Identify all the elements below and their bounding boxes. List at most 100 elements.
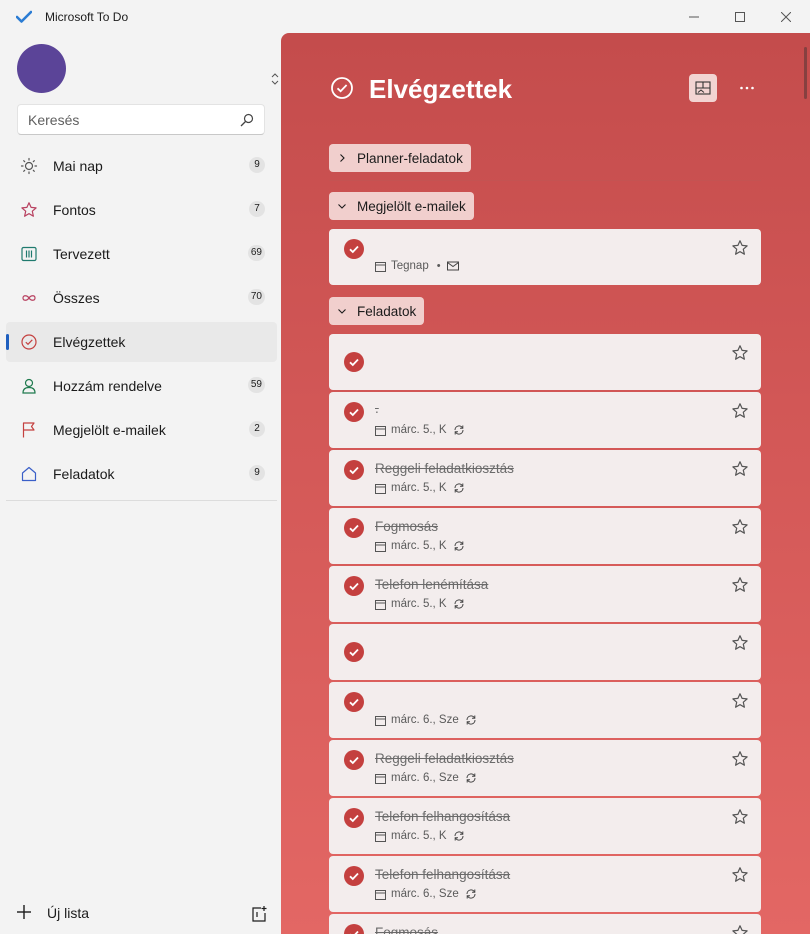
- task-item[interactable]: Fogmosás: [329, 914, 761, 934]
- sun-icon: [20, 157, 38, 175]
- task-title: Fogmosás: [375, 519, 439, 534]
- group-label: Megjelölt e-mailek: [357, 198, 466, 214]
- maximize-icon: [735, 12, 745, 22]
- completed-check-icon[interactable]: [344, 750, 364, 770]
- completed-check-icon[interactable]: [344, 518, 364, 538]
- star-icon[interactable]: [731, 634, 749, 652]
- repeat-icon: [454, 599, 464, 609]
- sidebar-item-label: Megjelölt e-mailek: [53, 422, 166, 438]
- task-item[interactable]: Fogmosás márc. 5., K: [329, 508, 761, 564]
- more-options-button[interactable]: [733, 74, 761, 102]
- task-date: márc. 5., K: [391, 598, 447, 610]
- task-date: márc. 6., Sze: [391, 714, 459, 726]
- sidebar-item-all[interactable]: Összes 70: [6, 278, 277, 318]
- star-icon[interactable]: [731, 692, 749, 710]
- task-title: Telefon felhangosítása: [375, 867, 511, 882]
- task-item[interactable]: Tegnap •: [329, 229, 761, 285]
- sidebar-item-label: Mai nap: [53, 158, 103, 174]
- task-item[interactable]: Reggeli feladatkiosztás márc. 5., K: [329, 450, 761, 506]
- task-date: márc. 6., Sze: [391, 888, 459, 900]
- avatar[interactable]: [17, 44, 66, 93]
- sidebar-item-label: Összes: [53, 290, 100, 306]
- star-icon[interactable]: [731, 344, 749, 362]
- main-panel: Elvégzettek Planner-feladatok Megjelölt …: [281, 33, 810, 934]
- task-item[interactable]: Reggeli feladatkiosztás márc. 6., Sze: [329, 740, 761, 796]
- sidebar-item-flagged-email[interactable]: Megjelölt e-mailek 2: [6, 410, 277, 450]
- task-meta: márc. 5., K: [375, 540, 465, 552]
- account-switch-icon[interactable]: [270, 72, 280, 86]
- search-icon[interactable]: [240, 113, 254, 127]
- task-item[interactable]: márc. 6., Sze: [329, 682, 761, 738]
- minimize-button[interactable]: [672, 0, 716, 34]
- group-header-planner[interactable]: Planner-feladatok: [329, 144, 471, 172]
- completed-check-icon[interactable]: [344, 642, 364, 662]
- infinity-icon: [22, 295, 36, 301]
- group-header-tasks[interactable]: Feladatok: [329, 297, 425, 325]
- task-title: .: [375, 401, 379, 416]
- task-item[interactable]: Telefon lenémítása márc. 5., K: [329, 566, 761, 622]
- task-date: márc. 6., Sze: [391, 772, 459, 784]
- star-icon[interactable]: [731, 402, 749, 420]
- chevron-down-icon: [338, 309, 346, 314]
- task-meta: márc. 6., Sze: [375, 888, 477, 900]
- app-title: Microsoft To Do: [45, 10, 129, 24]
- task-date: márc. 5., K: [391, 540, 447, 552]
- calendar-icon: [375, 541, 386, 552]
- star-icon[interactable]: [731, 808, 749, 826]
- sidebar-item-count: 69: [247, 245, 265, 261]
- completed-check-icon[interactable]: [344, 460, 364, 480]
- star-icon[interactable]: [731, 924, 749, 934]
- group-header-flagged[interactable]: Megjelölt e-mailek: [329, 192, 474, 220]
- task-item[interactable]: [329, 624, 761, 680]
- star-icon[interactable]: [731, 460, 749, 478]
- new-list-button[interactable]: Új lista: [16, 904, 216, 924]
- task-date: márc. 5., K: [391, 482, 447, 494]
- task-item[interactable]: [329, 334, 761, 390]
- repeat-icon: [466, 773, 476, 783]
- more-icon: [740, 86, 754, 90]
- repeat-icon: [454, 541, 464, 551]
- sidebar-item-assigned-to-me[interactable]: Hozzám rendelve 59: [6, 366, 277, 406]
- star-icon[interactable]: [731, 239, 749, 257]
- task-item[interactable]: . márc. 5., K: [329, 392, 761, 448]
- check-circle-icon: [21, 334, 37, 350]
- maximize-button[interactable]: [718, 0, 762, 34]
- completed-check-icon[interactable]: [344, 402, 364, 422]
- task-item[interactable]: Telefon felhangosítása márc. 6., Sze: [329, 856, 761, 912]
- search-box[interactable]: [17, 104, 265, 135]
- task-title: Fogmosás: [375, 925, 439, 934]
- task-item[interactable]: Telefon felhangosítása márc. 5., K: [329, 798, 761, 854]
- task-title: Telefon felhangosítása: [375, 809, 511, 824]
- sidebar-item-tasks[interactable]: Feladatok 9: [6, 454, 277, 494]
- calendar-grid-icon: [21, 246, 37, 262]
- completed-check-icon[interactable]: [344, 808, 364, 828]
- completed-check-icon[interactable]: [344, 924, 364, 934]
- plus-icon: [17, 905, 31, 919]
- repeat-icon: [454, 483, 464, 493]
- task-date: márc. 5., K: [391, 830, 447, 842]
- sidebar-item-my-day[interactable]: Mai nap 9: [6, 146, 277, 186]
- sidebar-item-label: Hozzám rendelve: [53, 378, 162, 394]
- star-icon[interactable]: [731, 518, 749, 536]
- completed-check-icon[interactable]: [344, 866, 364, 886]
- sidebar-item-planned[interactable]: Tervezett 69: [6, 234, 277, 274]
- task-meta: márc. 5., K: [375, 482, 465, 494]
- star-icon[interactable]: [731, 750, 749, 768]
- flag-icon: [22, 422, 35, 438]
- scrollbar[interactable]: [804, 47, 807, 99]
- view-toggle-button[interactable]: [689, 74, 717, 102]
- new-group-icon[interactable]: [250, 905, 268, 923]
- completed-check-icon[interactable]: [344, 692, 364, 712]
- check-circle-icon: [331, 77, 353, 99]
- search-input[interactable]: [28, 112, 228, 128]
- star-icon[interactable]: [731, 576, 749, 594]
- completed-check-icon[interactable]: [344, 576, 364, 596]
- sidebar-item-completed[interactable]: Elvégzettek: [6, 322, 277, 362]
- close-button[interactable]: [764, 0, 808, 34]
- meta-separator: •: [436, 260, 441, 272]
- sidebar-item-count: 7: [249, 201, 265, 217]
- completed-check-icon[interactable]: [344, 352, 364, 372]
- completed-check-icon[interactable]: [344, 239, 364, 259]
- sidebar-item-important[interactable]: Fontos 7: [6, 190, 277, 230]
- star-icon[interactable]: [731, 866, 749, 884]
